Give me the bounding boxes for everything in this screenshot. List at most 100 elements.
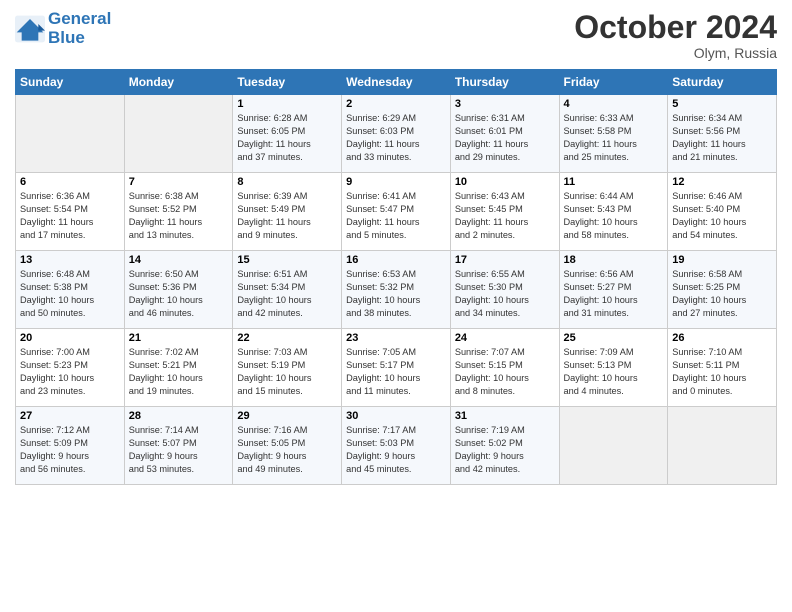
day-number: 13 xyxy=(20,254,120,266)
col-wednesday: Wednesday xyxy=(342,70,451,95)
day-cell: 3 Sunrise: 6:31 AM Sunset: 6:01 PM Daylig… xyxy=(450,95,559,173)
day-number: 16 xyxy=(346,254,446,266)
day-detail: Sunrise: 7:07 AM Sunset: 5:15 PM Dayligh… xyxy=(455,346,555,398)
day-detail: Sunrise: 6:51 AM Sunset: 5:34 PM Dayligh… xyxy=(237,268,337,320)
week-row-2: 13 Sunrise: 6:48 AM Sunset: 5:38 PM Dayli… xyxy=(16,251,777,329)
week-row-3: 20 Sunrise: 7:00 AM Sunset: 5:23 PM Dayli… xyxy=(16,329,777,407)
day-cell xyxy=(16,95,125,173)
day-detail: Sunrise: 6:39 AM Sunset: 5:49 PM Dayligh… xyxy=(237,190,337,242)
day-number: 28 xyxy=(129,410,229,422)
day-number: 7 xyxy=(129,176,229,188)
logo-text: General Blue xyxy=(48,10,111,47)
header: General Blue October 2024 Olym, Russia xyxy=(15,10,777,61)
day-cell: 30 Sunrise: 7:17 AM Sunset: 5:03 PM Dayli… xyxy=(342,407,451,485)
day-detail: Sunrise: 7:03 AM Sunset: 5:19 PM Dayligh… xyxy=(237,346,337,398)
day-detail: Sunrise: 6:58 AM Sunset: 5:25 PM Dayligh… xyxy=(672,268,772,320)
day-number: 19 xyxy=(672,254,772,266)
day-number: 18 xyxy=(564,254,664,266)
calendar-table: Sunday Monday Tuesday Wednesday Thursday… xyxy=(15,69,777,485)
day-cell: 8 Sunrise: 6:39 AM Sunset: 5:49 PM Daylig… xyxy=(233,173,342,251)
day-cell: 10 Sunrise: 6:43 AM Sunset: 5:45 PM Dayli… xyxy=(450,173,559,251)
day-detail: Sunrise: 6:50 AM Sunset: 5:36 PM Dayligh… xyxy=(129,268,229,320)
day-detail: Sunrise: 7:12 AM Sunset: 5:09 PM Dayligh… xyxy=(20,424,120,476)
day-cell xyxy=(668,407,777,485)
day-detail: Sunrise: 7:10 AM Sunset: 5:11 PM Dayligh… xyxy=(672,346,772,398)
day-cell: 15 Sunrise: 6:51 AM Sunset: 5:34 PM Dayli… xyxy=(233,251,342,329)
month-title: October 2024 xyxy=(574,10,777,45)
day-number: 1 xyxy=(237,98,337,110)
day-detail: Sunrise: 6:44 AM Sunset: 5:43 PM Dayligh… xyxy=(564,190,664,242)
day-number: 8 xyxy=(237,176,337,188)
logo-icon xyxy=(15,15,45,43)
day-cell: 6 Sunrise: 6:36 AM Sunset: 5:54 PM Daylig… xyxy=(16,173,125,251)
day-cell: 9Sunrise: 6:41 AM Sunset: 5:47 PM Daylig… xyxy=(342,173,451,251)
day-cell: 12Sunrise: 6:46 AM Sunset: 5:40 PM Dayli… xyxy=(668,173,777,251)
day-detail: Sunrise: 6:29 AM Sunset: 6:03 PM Dayligh… xyxy=(346,112,446,164)
day-cell: 28 Sunrise: 7:14 AM Sunset: 5:07 PM Dayli… xyxy=(124,407,233,485)
day-number: 11 xyxy=(564,176,664,188)
day-number: 14 xyxy=(129,254,229,266)
day-cell: 17 Sunrise: 6:55 AM Sunset: 5:30 PM Dayli… xyxy=(450,251,559,329)
logo: General Blue xyxy=(15,10,111,47)
day-detail: Sunrise: 7:05 AM Sunset: 5:17 PM Dayligh… xyxy=(346,346,446,398)
day-cell: 2 Sunrise: 6:29 AM Sunset: 6:03 PM Daylig… xyxy=(342,95,451,173)
day-number: 21 xyxy=(129,332,229,344)
day-number: 27 xyxy=(20,410,120,422)
day-detail: Sunrise: 6:56 AM Sunset: 5:27 PM Dayligh… xyxy=(564,268,664,320)
day-detail: Sunrise: 6:33 AM Sunset: 5:58 PM Dayligh… xyxy=(564,112,664,164)
page: General Blue October 2024 Olym, Russia S… xyxy=(0,0,792,495)
day-cell: 27 Sunrise: 7:12 AM Sunset: 5:09 PM Dayli… xyxy=(16,407,125,485)
header-row: Sunday Monday Tuesday Wednesday Thursday… xyxy=(16,70,777,95)
day-cell: 16 Sunrise: 6:53 AM Sunset: 5:32 PM Dayli… xyxy=(342,251,451,329)
day-cell: 18 Sunrise: 6:56 AM Sunset: 5:27 PM Dayli… xyxy=(559,251,668,329)
day-number: 24 xyxy=(455,332,555,344)
day-cell: 29Sunrise: 7:16 AM Sunset: 5:05 PM Dayli… xyxy=(233,407,342,485)
week-row-1: 6 Sunrise: 6:36 AM Sunset: 5:54 PM Daylig… xyxy=(16,173,777,251)
day-detail: Sunrise: 7:17 AM Sunset: 5:03 PM Dayligh… xyxy=(346,424,446,476)
day-number: 15 xyxy=(237,254,337,266)
calendar-body: 1 Sunrise: 6:28 AM Sunset: 6:05 PM Daylig… xyxy=(16,95,777,485)
title-block: October 2024 Olym, Russia xyxy=(574,10,777,61)
day-cell: 25Sunrise: 7:09 AM Sunset: 5:13 PM Dayli… xyxy=(559,329,668,407)
day-detail: Sunrise: 6:48 AM Sunset: 5:38 PM Dayligh… xyxy=(20,268,120,320)
day-detail: Sunrise: 6:53 AM Sunset: 5:32 PM Dayligh… xyxy=(346,268,446,320)
day-number: 30 xyxy=(346,410,446,422)
day-detail: Sunrise: 7:16 AM Sunset: 5:05 PM Dayligh… xyxy=(237,424,337,476)
day-cell: 24 Sunrise: 7:07 AM Sunset: 5:15 PM Dayli… xyxy=(450,329,559,407)
week-row-0: 1 Sunrise: 6:28 AM Sunset: 6:05 PM Daylig… xyxy=(16,95,777,173)
day-number: 20 xyxy=(20,332,120,344)
col-thursday: Thursday xyxy=(450,70,559,95)
col-monday: Monday xyxy=(124,70,233,95)
day-detail: Sunrise: 6:34 AM Sunset: 5:56 PM Dayligh… xyxy=(672,112,772,164)
day-number: 17 xyxy=(455,254,555,266)
day-cell: 21 Sunrise: 7:02 AM Sunset: 5:21 PM Dayli… xyxy=(124,329,233,407)
day-cell: 13 Sunrise: 6:48 AM Sunset: 5:38 PM Dayli… xyxy=(16,251,125,329)
day-detail: Sunrise: 6:38 AM Sunset: 5:52 PM Dayligh… xyxy=(129,190,229,242)
day-detail: Sunrise: 6:36 AM Sunset: 5:54 PM Dayligh… xyxy=(20,190,120,242)
day-number: 10 xyxy=(455,176,555,188)
day-number: 2 xyxy=(346,98,446,110)
day-detail: Sunrise: 7:02 AM Sunset: 5:21 PM Dayligh… xyxy=(129,346,229,398)
day-cell: 26Sunrise: 7:10 AM Sunset: 5:11 PM Dayli… xyxy=(668,329,777,407)
day-detail: Sunrise: 6:43 AM Sunset: 5:45 PM Dayligh… xyxy=(455,190,555,242)
day-number: 25 xyxy=(564,332,664,344)
col-tuesday: Tuesday xyxy=(233,70,342,95)
day-number: 6 xyxy=(20,176,120,188)
day-cell: 19 Sunrise: 6:58 AM Sunset: 5:25 PM Dayli… xyxy=(668,251,777,329)
day-cell: 23Sunrise: 7:05 AM Sunset: 5:17 PM Dayli… xyxy=(342,329,451,407)
day-cell: 4 Sunrise: 6:33 AM Sunset: 5:58 PM Daylig… xyxy=(559,95,668,173)
day-number: 3 xyxy=(455,98,555,110)
day-detail: Sunrise: 7:00 AM Sunset: 5:23 PM Dayligh… xyxy=(20,346,120,398)
day-detail: Sunrise: 6:31 AM Sunset: 6:01 PM Dayligh… xyxy=(455,112,555,164)
day-number: 5 xyxy=(672,98,772,110)
day-cell xyxy=(124,95,233,173)
day-detail: Sunrise: 6:41 AM Sunset: 5:47 PM Dayligh… xyxy=(346,190,446,242)
day-detail: Sunrise: 6:28 AM Sunset: 6:05 PM Dayligh… xyxy=(237,112,337,164)
day-number: 4 xyxy=(564,98,664,110)
day-detail: Sunrise: 7:14 AM Sunset: 5:07 PM Dayligh… xyxy=(129,424,229,476)
day-cell: 14 Sunrise: 6:50 AM Sunset: 5:36 PM Dayli… xyxy=(124,251,233,329)
day-cell: 1 Sunrise: 6:28 AM Sunset: 6:05 PM Daylig… xyxy=(233,95,342,173)
col-saturday: Saturday xyxy=(668,70,777,95)
day-detail: Sunrise: 6:55 AM Sunset: 5:30 PM Dayligh… xyxy=(455,268,555,320)
col-sunday: Sunday xyxy=(16,70,125,95)
